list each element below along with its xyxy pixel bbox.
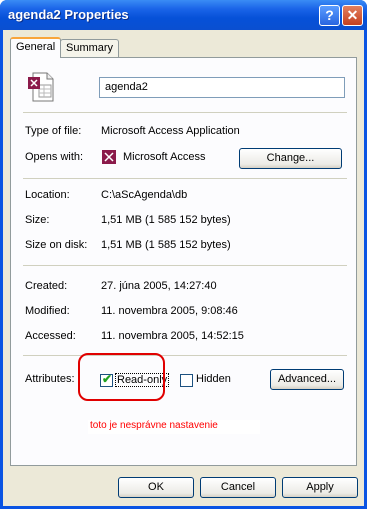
dialog-body: General Summary agenda2 Type of file: Mi… [3,30,364,506]
location-label: Location: [25,189,70,201]
separator [23,265,347,266]
advanced-button-label: Advanced... [277,373,337,385]
accessed-label: Accessed: [25,330,76,342]
separator [23,178,347,179]
size-value: 1,51 MB (1 585 152 bytes) [101,214,231,226]
tab-summary[interactable]: Summary [60,39,120,57]
type-value: Microsoft Access Application [101,125,240,137]
cancel-button[interactable]: Cancel [200,477,276,498]
ok-button-label: OK [148,481,164,493]
separator [23,355,347,356]
change-button[interactable]: Change... [239,148,342,169]
tab-general[interactable]: General [10,37,62,58]
modified-label: Modified: [25,305,70,317]
created-value: 27. júna 2005, 14:27:40 [101,280,217,292]
size-label: Size: [25,214,50,226]
hidden-label[interactable]: Hidden [196,373,231,385]
created-label: Created: [25,280,68,292]
access-file-icon [28,72,54,102]
accessed-value: 11. novembra 2005, 14:52:15 [101,330,244,342]
window-title: agenda2 Properties [8,7,129,22]
title-bar[interactable]: agenda2 Properties ? ✕ [0,0,367,30]
help-icon[interactable]: ? [319,5,340,26]
ok-button[interactable]: OK [118,477,194,498]
separator [23,112,347,113]
general-panel: agenda2 Type of file: Microsoft Access A… [10,57,357,466]
apply-button[interactable]: Apply [282,477,358,498]
location-value: C:\aScAgenda\db [101,189,188,201]
opens-label: Opens with: [25,151,84,163]
red-highlight-circle [78,353,165,401]
change-button-label: Change... [266,152,315,164]
advanced-button[interactable]: Advanced... [270,369,344,390]
cancel-button-label: Cancel [220,481,256,493]
apply-button-label: Apply [306,481,334,493]
annotation-note: toto je nesprávne nastavenie [88,420,260,434]
modified-value: 11. novembra 2005, 9:08:46 [101,305,238,317]
hidden-checkbox[interactable] [180,374,193,387]
access-app-icon [102,150,116,164]
attributes-label: Attributes: [25,373,75,385]
type-label: Type of file: [25,125,82,137]
opens-value: Microsoft Access [123,151,206,163]
properties-window: agenda2 Properties ? ✕ General Summary a… [0,0,367,509]
file-name-input[interactable]: agenda2 [99,77,345,98]
size-on-disk-label: Size on disk: [25,239,88,251]
size-on-disk-value: 1,51 MB (1 585 152 bytes) [101,239,231,251]
close-icon[interactable]: ✕ [342,5,363,26]
